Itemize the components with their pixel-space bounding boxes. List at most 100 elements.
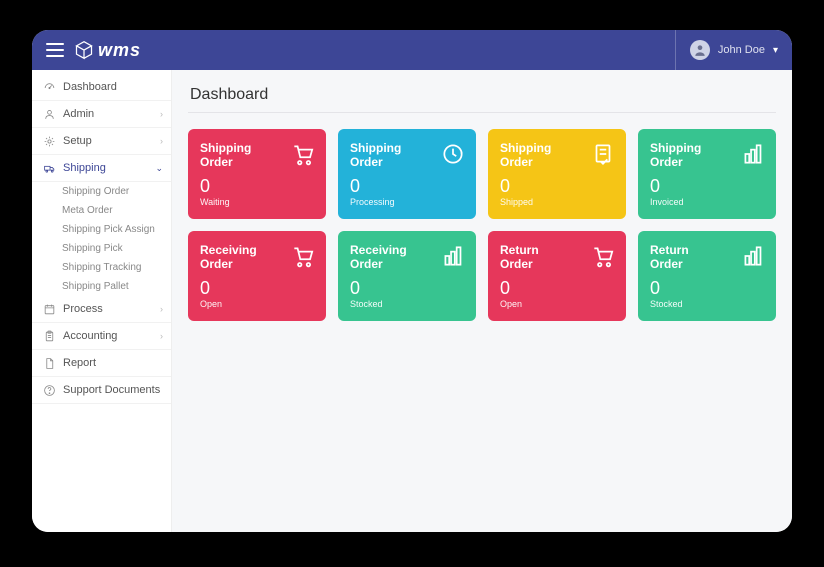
card-footer: 0Stocked	[350, 278, 464, 309]
bars-icon	[440, 243, 466, 269]
bars-icon	[440, 243, 466, 269]
user-name-label: John Doe	[718, 44, 765, 56]
file-icon	[43, 357, 56, 370]
sidebar-item-shipping[interactable]: Shipping⌄	[32, 155, 171, 182]
card-footer: 0Processing	[350, 176, 464, 207]
card-shipping-order-processing[interactable]: ShippingOrder 0Processing	[338, 129, 476, 219]
card-shipping-order-invoiced[interactable]: ShippingOrder0Invoiced	[638, 129, 776, 219]
truck-icon	[42, 161, 56, 175]
chevron-down-icon: ▾	[773, 45, 778, 56]
card-receiving-order-open[interactable]: ReceivingOrder0Open	[188, 231, 326, 321]
card-value: 0	[350, 278, 464, 299]
card-value: 0	[200, 278, 314, 299]
sidebar-item-process[interactable]: Process ›	[32, 296, 171, 323]
cart-icon	[290, 243, 316, 269]
cart-icon	[590, 243, 616, 269]
sidebar-item-label: Dashboard	[63, 81, 117, 93]
menu-toggle-button[interactable]	[46, 43, 64, 57]
card-value: 0	[500, 278, 614, 299]
cart-icon	[290, 141, 316, 167]
bars-icon	[740, 141, 766, 167]
chevron-right-icon: ›	[160, 136, 163, 146]
truck-icon	[43, 162, 56, 175]
card-status: Processing	[350, 197, 464, 207]
page-title: Dashboard	[188, 82, 776, 113]
card-value: 0	[500, 176, 614, 197]
sidebar-item-admin[interactable]: Admin›	[32, 101, 171, 128]
cart-icon	[590, 243, 616, 269]
sidebar-item-label: Shipping	[63, 162, 106, 174]
logo-text: wms	[98, 40, 141, 61]
card-status: Invoiced	[650, 197, 764, 207]
sidebar-item-label: Support Documents	[63, 384, 160, 396]
card-shipping-order-shipped[interactable]: ShippingOrder 0Shipped	[488, 129, 626, 219]
person-icon	[693, 43, 707, 57]
sidebar-item-label: Process	[63, 303, 103, 315]
cart-icon	[290, 243, 316, 269]
card-receiving-order-stocked[interactable]: ReceivingOrder 0Stocked	[338, 231, 476, 321]
sidebar-subitem-shipping-tracking[interactable]: Shipping Tracking	[62, 258, 171, 277]
sidebar-subitem-shipping-pallet[interactable]: Shipping Pallet	[62, 277, 171, 296]
help-icon	[43, 384, 56, 397]
sidebar-subitem-meta-order[interactable]: Meta Order	[62, 201, 171, 220]
sidebar-item-accounting[interactable]: Accounting ›	[32, 323, 171, 350]
card-status: Stocked	[650, 299, 764, 309]
gear-icon	[42, 134, 56, 148]
card-title: ShippingOrder	[200, 141, 270, 170]
sidebar-item-label: Report	[63, 357, 96, 369]
sidebar-submenu-shipping: Shipping OrderMeta OrderShipping Pick As…	[32, 182, 171, 296]
card-return-order-open[interactable]: ReturnOrder 0Open	[488, 231, 626, 321]
card-status: Shipped	[500, 197, 614, 207]
clipboard-icon	[42, 329, 56, 343]
sidebar-item-label: Setup	[63, 135, 92, 147]
calendar-icon	[43, 303, 56, 316]
top-bar: wms John Doe ▾	[32, 30, 792, 70]
main-content: Dashboard ShippingOrder0WaitingShippingO…	[172, 70, 792, 532]
calendar-icon	[42, 302, 56, 316]
sidebar-subitem-shipping-order[interactable]: Shipping Order	[62, 182, 171, 201]
app-window: wms John Doe ▾ DashboardAdmin›Setup›Ship…	[32, 30, 792, 532]
sidebar-item-report[interactable]: Report	[32, 350, 171, 377]
card-footer: 0Invoiced	[650, 176, 764, 207]
card-footer: 0Open	[500, 278, 614, 309]
app-body: DashboardAdmin›Setup›Shipping⌄Shipping O…	[32, 70, 792, 532]
sidebar-item-setup[interactable]: Setup ›	[32, 128, 171, 155]
sidebar-item-support-documents[interactable]: Support Documents	[32, 377, 171, 404]
card-value: 0	[650, 176, 764, 197]
sidebar-item-dashboard[interactable]: Dashboard	[32, 74, 171, 101]
card-status: Open	[500, 299, 614, 309]
card-value: 0	[350, 176, 464, 197]
sidebar-item-label: Admin	[63, 108, 94, 120]
card-title: ReturnOrder	[650, 243, 720, 272]
card-title: ReceivingOrder	[350, 243, 420, 272]
sidebar-subitem-shipping-pick[interactable]: Shipping Pick	[62, 239, 171, 258]
sidebar: DashboardAdmin›Setup›Shipping⌄Shipping O…	[32, 70, 172, 532]
chevron-right-icon: ›	[160, 304, 163, 314]
sidebar-item-label: Accounting	[63, 330, 117, 342]
avatar	[690, 40, 710, 60]
help-icon	[42, 383, 56, 397]
bars-icon	[740, 141, 766, 167]
bars-icon	[740, 243, 766, 269]
card-title: ShippingOrder	[500, 141, 570, 170]
processing-icon	[440, 141, 466, 167]
card-footer: 0Waiting	[200, 176, 314, 207]
card-shipping-order-waiting[interactable]: ShippingOrder 0Waiting	[188, 129, 326, 219]
card-title: ReturnOrder	[500, 243, 570, 272]
gear-icon	[43, 135, 56, 148]
cube-icon	[74, 40, 94, 60]
file-icon	[42, 356, 56, 370]
receipt-icon	[590, 141, 616, 167]
user-icon	[43, 108, 56, 121]
app-logo: wms	[74, 40, 141, 61]
clipboard-icon	[43, 330, 56, 343]
dashboard-cards: ShippingOrder0WaitingShippingOrder0Proce…	[188, 129, 776, 321]
sidebar-subitem-shipping-pick-assign[interactable]: Shipping Pick Assign	[62, 220, 171, 239]
card-title: ShippingOrder	[350, 141, 420, 170]
gauge-icon	[43, 81, 56, 94]
card-status: Stocked	[350, 299, 464, 309]
card-return-order-stocked[interactable]: ReturnOrder0Stocked	[638, 231, 776, 321]
chevron-right-icon: ›	[160, 331, 163, 341]
user-menu[interactable]: John Doe ▾	[675, 30, 778, 70]
gauge-icon	[42, 80, 56, 94]
